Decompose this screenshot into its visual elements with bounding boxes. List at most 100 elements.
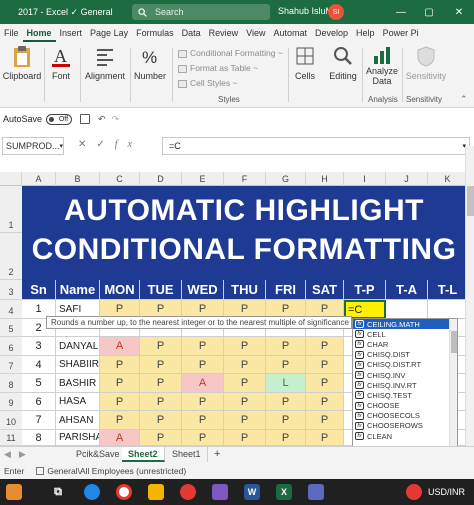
row-header[interactable]: 8 <box>0 374 22 393</box>
scroll-thumb[interactable] <box>467 186 474 216</box>
row-header[interactable]: 6 <box>0 337 22 356</box>
name-box[interactable]: SUMPROD... ▾ <box>2 137 64 155</box>
sn-cell[interactable]: 6 <box>22 393 56 411</box>
column-header[interactable]: C <box>100 172 140 186</box>
row-header[interactable]: 9 <box>0 393 22 411</box>
autosave-toggle[interactable]: Off <box>46 113 73 125</box>
autocomplete-item[interactable]: fx CHISQ.INV.RT <box>353 380 457 390</box>
tray-icon[interactable] <box>406 484 422 500</box>
table-header-cell[interactable]: T-A <box>386 280 428 300</box>
tab-developer[interactable]: Develop <box>311 28 352 38</box>
autocomplete-scrollbar[interactable] <box>449 319 457 446</box>
autocomplete-item[interactable]: fx CLEAN <box>353 431 457 441</box>
attendance-cell[interactable]: P <box>100 393 140 411</box>
alignment-group[interactable]: Alignment <box>82 44 128 106</box>
function-autocomplete-list[interactable]: fx CEILING.MATH fx CELL fx CHAR fx CHISQ.DIST fx… <box>352 318 458 446</box>
column-header[interactable]: K <box>428 172 468 186</box>
attendance-cell[interactable]: A <box>100 337 140 356</box>
table-header-cell[interactable]: T-P <box>344 280 386 300</box>
sn-cell[interactable]: 5 <box>22 374 56 393</box>
tab-data[interactable]: Data <box>178 28 205 38</box>
sn-cell[interactable]: 3 <box>22 337 56 356</box>
tab-insert[interactable]: Insert <box>56 28 87 38</box>
attendance-cell[interactable]: P <box>182 393 224 411</box>
cell-styles-button[interactable]: Cell Styles ~ <box>178 76 283 91</box>
table-header-cell[interactable]: MON <box>100 280 140 300</box>
attendance-cell[interactable]: P <box>140 430 182 446</box>
column-header[interactable]: J <box>386 172 428 186</box>
table-header-cell[interactable]: SAT <box>306 280 344 300</box>
close-icon[interactable]: ✕ <box>450 4 468 20</box>
table-header-cell[interactable]: T-L <box>428 280 468 300</box>
autocomplete-item[interactable]: fx CEILING.MATH <box>353 319 457 330</box>
tab-power-pivot[interactable]: Power Pi <box>379 28 423 38</box>
attendance-cell[interactable]: P <box>182 356 224 374</box>
attendance-cell[interactable]: P <box>224 356 266 374</box>
row-header[interactable]: 10 <box>0 411 22 430</box>
avatar[interactable]: SI <box>328 4 344 20</box>
autocomplete-item[interactable]: fx CHISQ.TEST <box>353 390 457 400</box>
column-header[interactable]: G <box>266 172 306 186</box>
column-header[interactable]: H <box>306 172 344 186</box>
name-cell[interactable]: SHABIIR <box>56 356 100 374</box>
conditional-formatting-button[interactable]: Conditional Formatting ~ <box>178 46 283 61</box>
attendance-cell[interactable]: P <box>224 430 266 446</box>
column-header[interactable]: F <box>224 172 266 186</box>
autocomplete-item[interactable]: fx CHISQ.INV <box>353 370 457 380</box>
name-cell[interactable]: DANYAL <box>56 337 100 356</box>
attendance-cell[interactable]: P <box>266 356 306 374</box>
clipboard-group[interactable]: Clipboard <box>2 44 42 106</box>
minimize-icon[interactable]: — <box>392 4 410 20</box>
tab-automate[interactable]: Automat <box>269 28 311 38</box>
attendance-cell[interactable]: P <box>266 411 306 430</box>
name-cell[interactable]: BASHIR <box>56 374 100 393</box>
tab-file[interactable]: File <box>0 28 23 38</box>
attendance-cell[interactable]: P <box>182 337 224 356</box>
row-header[interactable]: 7 <box>0 356 22 374</box>
file-explorer-icon[interactable] <box>148 484 164 500</box>
app-icon[interactable] <box>212 484 228 500</box>
attendance-cell[interactable]: P <box>306 393 344 411</box>
table-header-cell[interactable]: Name <box>56 280 100 300</box>
attendance-cell[interactable]: P <box>306 430 344 446</box>
attendance-cell[interactable]: A <box>182 374 224 393</box>
collapse-ribbon-icon[interactable]: ⌃ <box>460 94 468 105</box>
column-header[interactable]: D <box>140 172 182 186</box>
total-cell[interactable] <box>428 300 468 319</box>
attendance-cell[interactable]: P <box>140 374 182 393</box>
worksheet-grid[interactable]: ABCDEFGHIJK 1 2 3 4 5 6 7 8 9 10 11 AUTOMATIC HIGH… <box>0 172 474 446</box>
redo-icon[interactable]: ↷ <box>112 114 120 125</box>
select-all-corner[interactable] <box>0 172 22 186</box>
edge-icon[interactable] <box>84 484 100 500</box>
editing-group[interactable]: Editing <box>326 44 360 106</box>
autocomplete-item[interactable]: fx CHOOSE <box>353 401 457 411</box>
number-group[interactable]: % Number <box>132 44 168 106</box>
attendance-cell[interactable]: P <box>140 393 182 411</box>
attendance-cell[interactable]: P <box>182 411 224 430</box>
attendance-cell[interactable]: A <box>100 430 140 446</box>
autocomplete-item[interactable]: fx CELL <box>353 329 457 339</box>
name-cell[interactable]: PARISHA <box>56 430 100 446</box>
attendance-cell[interactable]: P <box>266 430 306 446</box>
cells-group[interactable]: Cells <box>290 44 320 106</box>
tab-page-layout[interactable]: Page Lay <box>86 28 132 38</box>
column-header[interactable]: I <box>344 172 386 186</box>
attendance-cell[interactable]: P <box>224 337 266 356</box>
attendance-cell[interactable]: P <box>224 393 266 411</box>
user-name[interactable]: Shahub IsluM <box>278 6 333 16</box>
attendance-cell[interactable]: P <box>306 356 344 374</box>
tab-formulas[interactable]: Formulas <box>132 28 178 38</box>
chrome-icon[interactable] <box>116 484 132 500</box>
table-header-cell[interactable]: Sn <box>22 280 56 300</box>
app-icon[interactable] <box>308 484 324 500</box>
app-icon[interactable] <box>180 484 196 500</box>
attendance-cell[interactable]: P <box>306 374 344 393</box>
total-cell[interactable] <box>386 300 428 319</box>
font-group[interactable]: A Font <box>46 44 76 106</box>
sn-cell[interactable]: 7 <box>22 411 56 430</box>
formula-input[interactable]: =C▾ <box>162 137 470 155</box>
autocomplete-item[interactable]: fx CHOOSEROWS <box>353 421 457 431</box>
maximize-icon[interactable]: ▢ <box>420 4 438 20</box>
tab-help[interactable]: Help <box>352 28 379 38</box>
briefcase-icon[interactable] <box>6 484 22 500</box>
